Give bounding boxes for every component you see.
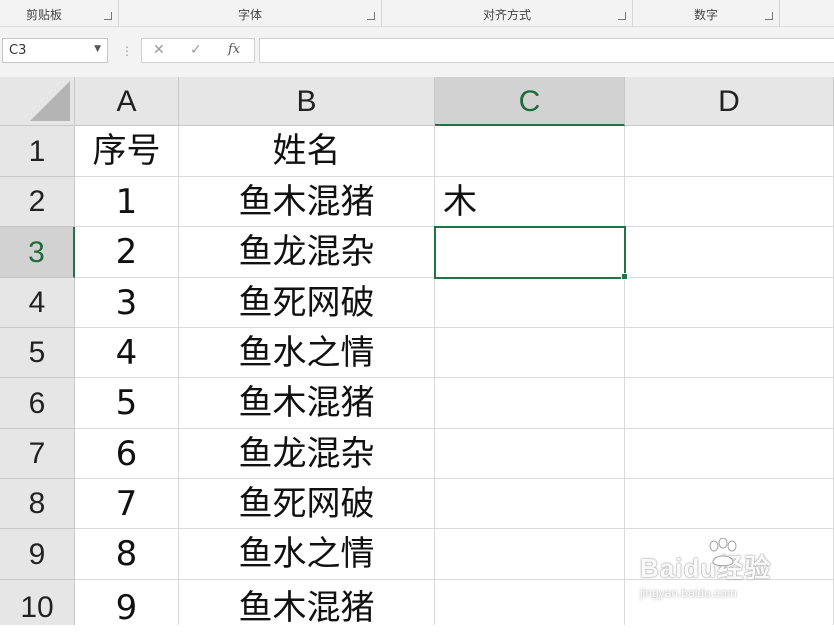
- select-all-triangle-icon: [30, 81, 70, 121]
- cell-b9[interactable]: 鱼水之情: [179, 529, 435, 580]
- formula-buttons: ✕ ✓ fx: [141, 38, 255, 63]
- row-header-10[interactable]: 10: [0, 580, 75, 625]
- cell-b7[interactable]: 鱼龙混杂: [179, 429, 435, 479]
- cell-c4[interactable]: [435, 278, 625, 328]
- dialog-launcher-icon[interactable]: [104, 12, 112, 20]
- baidu-watermark: Baidu经验 jingyan.baidu.com: [640, 538, 810, 608]
- enter-icon[interactable]: ✓: [190, 42, 202, 58]
- row-header-4[interactable]: 4: [0, 278, 75, 328]
- ribbon-group-label: 数字: [693, 8, 718, 22]
- cell-a1[interactable]: 序号: [75, 126, 179, 177]
- row-header-9[interactable]: 9: [0, 529, 75, 580]
- cell-a3[interactable]: 2: [75, 227, 179, 278]
- cancel-icon[interactable]: ✕: [153, 42, 165, 58]
- column-header-a[interactable]: A: [75, 77, 179, 126]
- cell-a2[interactable]: 1: [75, 177, 179, 227]
- fill-handle[interactable]: [621, 273, 628, 280]
- cell-a7[interactable]: 6: [75, 429, 179, 479]
- row-header-1[interactable]: 1: [0, 126, 75, 177]
- ribbon-group-number: 数字: [633, 0, 780, 27]
- dialog-launcher-icon[interactable]: [367, 12, 375, 20]
- cell-a10[interactable]: 9: [75, 580, 179, 625]
- cell-d3[interactable]: [625, 227, 834, 278]
- dialog-launcher-icon[interactable]: [618, 12, 626, 20]
- row-header-7[interactable]: 7: [0, 429, 75, 479]
- cell-b5[interactable]: 鱼水之情: [179, 328, 435, 378]
- select-all-corner[interactable]: [0, 77, 75, 126]
- cell-c6[interactable]: [435, 378, 625, 429]
- cell-b3[interactable]: 鱼龙混杂: [179, 227, 435, 278]
- cell-b8[interactable]: 鱼死网破: [179, 479, 435, 529]
- cell-d5[interactable]: [625, 328, 834, 378]
- column-header-b[interactable]: B: [179, 77, 435, 126]
- cell-d2[interactable]: [625, 177, 834, 227]
- cell-c8[interactable]: [435, 479, 625, 529]
- cell-b10[interactable]: 鱼木混猪: [179, 580, 435, 625]
- paw-icon: [709, 538, 737, 567]
- ribbon-group-label: 字体: [237, 8, 262, 22]
- cell-a9[interactable]: 8: [75, 529, 179, 580]
- ribbon-group-label: 剪贴板: [25, 8, 62, 22]
- cell-c2[interactable]: 木: [435, 177, 625, 227]
- name-box[interactable]: C3 ▼: [2, 38, 108, 63]
- cell-a8[interactable]: 7: [75, 479, 179, 529]
- formula-bar: C3 ▼ ⋮ ✕ ✓ fx: [0, 27, 834, 77]
- cell-c10[interactable]: [435, 580, 625, 625]
- chevron-down-icon[interactable]: ▼: [94, 44, 101, 54]
- name-box-value: C3: [9, 43, 27, 58]
- ribbon-group-clipboard: 剪贴板: [0, 0, 119, 27]
- cell-b1[interactable]: 姓名: [179, 126, 435, 177]
- row-header-6[interactable]: 6: [0, 378, 75, 429]
- formula-input[interactable]: [259, 38, 834, 63]
- cell-b6[interactable]: 鱼木混猪: [179, 378, 435, 429]
- insert-function-icon[interactable]: fx: [228, 42, 240, 57]
- cell-c1[interactable]: [435, 126, 625, 177]
- row-header-3[interactable]: 3: [0, 227, 75, 278]
- ribbon-group-bar: 剪贴板 字体 对齐方式 数字: [0, 0, 834, 27]
- ribbon-group-font: 字体: [119, 0, 382, 27]
- row-header-5[interactable]: 5: [0, 328, 75, 378]
- formula-bar-separator-icon[interactable]: ⋮: [121, 44, 133, 58]
- watermark-url: jingyan.baidu.com: [640, 586, 737, 600]
- cell-d4[interactable]: [625, 278, 834, 328]
- cell-d7[interactable]: [625, 429, 834, 479]
- column-header-c[interactable]: C: [435, 77, 625, 126]
- cell-d8[interactable]: [625, 479, 834, 529]
- cell-c5[interactable]: [435, 328, 625, 378]
- cell-c9[interactable]: [435, 529, 625, 580]
- row-header-8[interactable]: 8: [0, 479, 75, 529]
- cell-b4[interactable]: 鱼死网破: [179, 278, 435, 328]
- column-header-d[interactable]: D: [625, 77, 834, 126]
- active-cell-border[interactable]: [434, 226, 626, 279]
- cell-a4[interactable]: 3: [75, 278, 179, 328]
- cell-d1[interactable]: [625, 126, 834, 177]
- ribbon-group-label: 对齐方式: [482, 8, 531, 22]
- dialog-launcher-icon[interactable]: [765, 12, 773, 20]
- ribbon-group-alignment: 对齐方式: [382, 0, 633, 27]
- cell-b2[interactable]: 鱼木混猪: [179, 177, 435, 227]
- row-header-2[interactable]: 2: [0, 177, 75, 227]
- cell-a5[interactable]: 4: [75, 328, 179, 378]
- cell-a6[interactable]: 5: [75, 378, 179, 429]
- cell-c7[interactable]: [435, 429, 625, 479]
- cell-d6[interactable]: [625, 378, 834, 429]
